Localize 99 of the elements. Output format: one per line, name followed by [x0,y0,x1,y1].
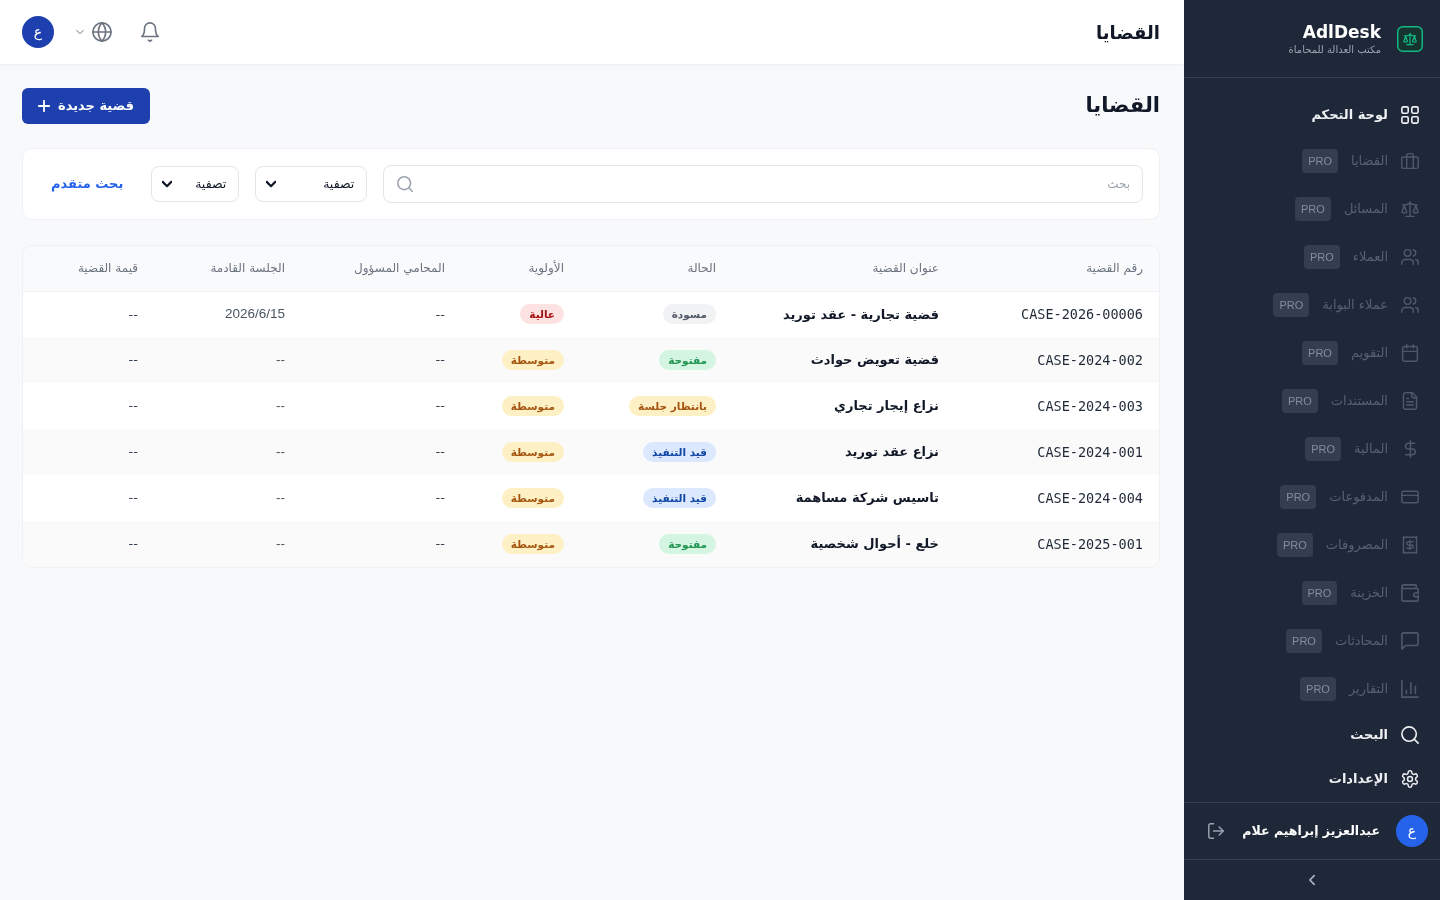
case-number: CASE-2024-001 [1037,443,1143,460]
pro-badge: PRO [1273,293,1310,317]
case-number: CASE-2024-002 [1037,351,1143,368]
pro-badge: PRO [1281,389,1318,413]
column-header: عنوان القضية [872,261,939,276]
case-value: -- [128,536,138,552]
priority-badge: متوسطة [501,442,564,462]
search-icon [1401,726,1419,744]
brand-tagline: مكتب العدالة للمحاماة [1288,42,1381,57]
lawyer-name: -- [435,490,445,506]
globe-icon[interactable] [92,22,112,42]
status-badge: بانتظار جلسة [629,396,716,416]
sidebar-item[interactable]: الإعدادات [1184,757,1440,801]
filter-dropdown[interactable]: تصفية [151,166,240,202]
filter-dropdown[interactable]: تصفية [255,166,368,202]
pro-badge: PRO [1295,197,1331,221]
brand-name: AdlDesk [1301,20,1381,43]
scales-logo-icon [1397,25,1423,52]
document-icon [1401,392,1419,410]
case-title: تاسيس شركة مساهمة [795,490,939,506]
search-field[interactable]: بحث [383,165,1143,203]
chevron-down-icon [266,179,277,189]
lawyer-name: -- [435,536,445,552]
priority-badge: متوسطة [501,350,564,370]
pro-badge: PRO [1303,245,1340,269]
user-avatar: ع [1396,815,1428,847]
case-number: CASE-2024-003 [1037,397,1143,414]
case-value: -- [128,490,138,506]
pro-badge: PRO [1305,437,1342,461]
hearing-date: -- [276,489,285,505]
search-icon [397,176,414,192]
hearing-date: -- [276,535,285,551]
header-title: القضايا [1096,20,1160,45]
priority-badge: متوسطة [501,396,564,416]
status-badge: قيد التنفيذ [643,442,716,462]
case-value: -- [128,444,138,460]
people-icon [1401,248,1419,266]
chevron-left-icon[interactable] [1307,875,1317,885]
status-badge: مسودة [662,304,716,325]
case-title: نزاع إيجار تجاري [834,398,939,414]
pro-badge: PRO [1302,341,1338,365]
page-title: القضايا [1085,93,1160,119]
lawyer-name: -- [435,306,445,322]
column-header: الحالة [687,261,716,276]
logout-icon[interactable] [1208,823,1224,839]
briefcase-icon [1401,152,1419,170]
column-header: الأولوية [528,261,564,276]
lawyer-name: -- [435,352,445,368]
hearing-date: -- [276,443,285,459]
hearing-date: -- [276,351,285,367]
grid-icon [1401,106,1419,124]
calendar-icon [1401,344,1419,362]
lawyer-name: -- [435,444,445,460]
settings-icon [1401,770,1419,788]
chat-bubble-icon [1401,632,1419,650]
pro-badge: PRO [1286,629,1322,653]
sidebar-item[interactable]: البحث [1184,713,1440,757]
case-title: نزاع عقد توريد [845,444,939,460]
pro-badge: PRO [1276,533,1313,557]
new-case-button[interactable]: قضية جديدة [22,88,150,124]
pro-badge: PRO [1300,677,1336,701]
case-value: -- [128,398,138,414]
plus-icon [38,100,50,112]
sidebar-item[interactable]: لوحة التحكم [1184,93,1440,137]
priority-badge: متوسطة [501,534,564,554]
case-title: قضية تجارية - عقد توريد [782,306,939,322]
credit-card-icon [1401,488,1419,506]
chevron-down-icon [162,179,173,189]
case-value: -- [128,306,138,322]
case-number: CASE-2026-00006 [1021,306,1143,322]
case-number: CASE-2025-001 [1037,535,1143,552]
status-badge: مفتوحة [659,350,716,370]
bar-chart-icon [1401,680,1419,698]
column-header: الجلسة القادمة [210,261,285,276]
column-header: رقم القضية [1086,261,1143,276]
status-badge: قيد التنفيذ [643,488,716,508]
wallet-icon [1401,584,1419,602]
advanced-search-link[interactable]: بحث متقدم [39,174,136,194]
hearing-date: -- [276,397,285,413]
priority-badge: عالية [520,304,564,325]
pro-badge: PRO [1280,485,1317,509]
case-value: -- [128,352,138,368]
user-avatar[interactable]: ع [22,16,54,48]
hearing-date: 2026/6/15 [224,306,285,322]
column-header: قيمة القضية [77,261,138,276]
status-badge: مفتوحة [659,534,716,554]
receipt-icon [1401,536,1419,554]
priority-badge: متوسطة [501,488,564,508]
case-title: قضية تعويض حوادث [810,352,939,368]
scales-icon [1401,200,1419,218]
case-title: خلع - أحوال شخصية [810,536,939,552]
bell-icon[interactable] [140,22,160,42]
pro-badge: PRO [1302,149,1339,173]
column-header: المحامي المسؤول [354,261,445,276]
case-number: CASE-2024-004 [1037,489,1143,506]
people-icon [1401,296,1419,314]
user-name: عبدالعزيز إبراهيم علام [1242,821,1380,841]
lawyer-name: -- [435,398,445,414]
pro-badge: PRO [1301,581,1338,605]
